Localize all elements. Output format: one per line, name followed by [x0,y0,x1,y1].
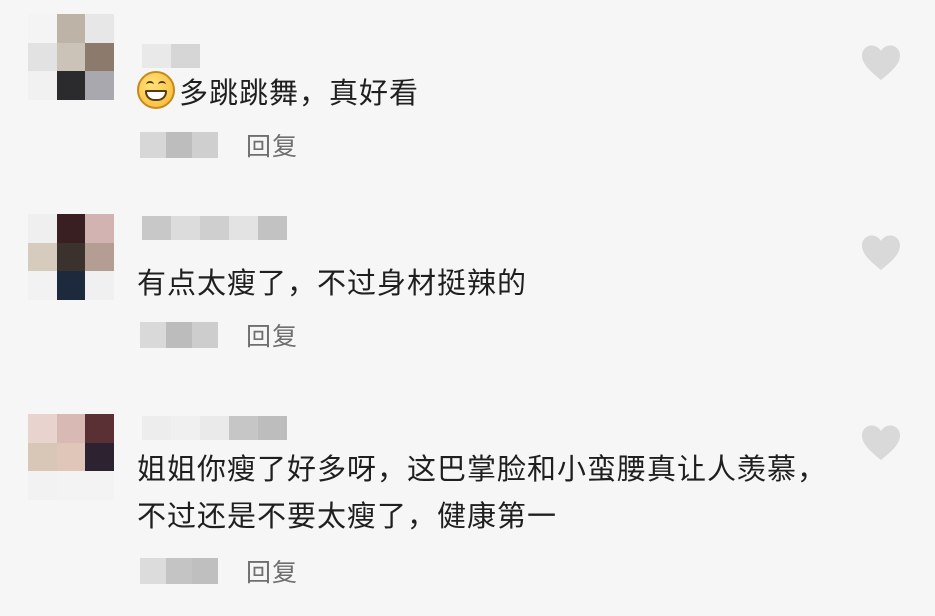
grinning-face-emoji-icon [137,71,175,109]
reply-button[interactable]: 回复 [246,553,298,589]
avatar[interactable] [28,414,114,500]
reply-button[interactable]: 回复 [246,317,298,353]
comment-text-content: 姐姐你瘦了好多呀，这巴掌脸和小蛮腰真让人羡慕，不过还是不要太瘦了，健康第一 [137,452,828,533]
comment-text: 有点太瘦了，不过身材挺辣的 [137,260,827,307]
timestamp-location [140,558,218,584]
comment-meta: 回复 [140,317,298,353]
reply-button[interactable]: 回复 [246,127,298,163]
comment-text: 姐姐你瘦了好多呀，这巴掌脸和小蛮腰真让人羡慕，不过还是不要太瘦了，健康第一 [137,446,827,540]
avatar[interactable] [28,14,114,100]
heart-icon[interactable] [860,44,902,82]
comment-text-content: 有点太瘦了，不过身材挺辣的 [137,266,528,300]
heart-icon[interactable] [860,234,902,272]
comment-meta: 回复 [140,553,298,589]
heart-icon[interactable] [860,424,902,462]
username[interactable] [142,416,287,440]
username[interactable] [142,44,200,68]
username[interactable] [142,216,287,240]
timestamp-location [140,322,218,348]
timestamp-location [140,132,218,158]
comment-text-content: 多跳跳舞，真好看 [179,76,420,110]
comment-meta: 回复 [140,127,298,163]
avatar[interactable] [28,214,114,300]
comment-text: 多跳跳舞，真好看 [137,70,827,117]
